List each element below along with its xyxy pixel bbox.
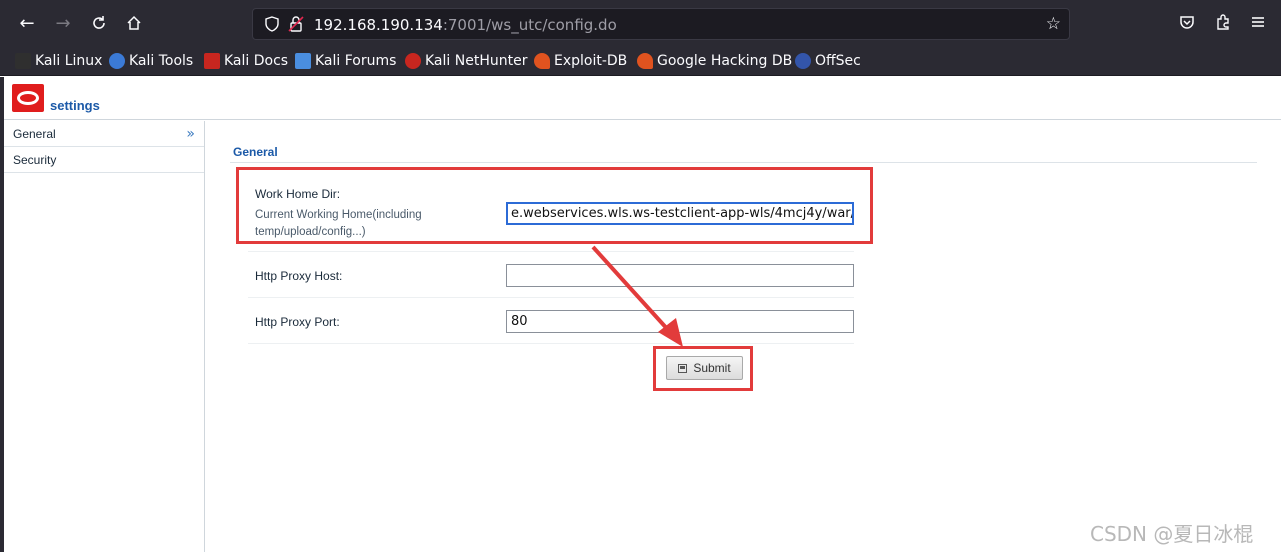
extensions-icon[interactable] (1211, 10, 1235, 34)
proxy-port-label: Http Proxy Port: (255, 315, 340, 329)
sidebar-item-general[interactable]: General » (4, 121, 204, 147)
reload-icon[interactable] (84, 8, 114, 38)
sidebar-item-security[interactable]: Security (4, 147, 204, 173)
proxy-host-input[interactable] (506, 264, 854, 287)
row-divider (248, 343, 854, 344)
highlight-box-work-home (236, 167, 873, 244)
home-icon[interactable] (119, 8, 149, 38)
sidebar: General » Security (4, 121, 205, 552)
oracle-logo (12, 84, 44, 112)
bookmark-label: Kali Docs (224, 53, 289, 69)
bookmark-label: Kali Forums (315, 53, 397, 69)
bookmark-label: OffSec (815, 53, 861, 69)
double-chevron-right-icon[interactable]: » (186, 121, 195, 147)
bookmark-exploit-db[interactable]: Exploit-DB (534, 51, 627, 71)
sidebar-item-label: Security (13, 153, 57, 167)
proxy-host-label: Http Proxy Host: (255, 269, 343, 283)
bookmark-star-icon[interactable]: ☆ (1046, 14, 1061, 34)
shield-icon[interactable] (263, 15, 281, 33)
url-host: 192.168.190.134 (314, 16, 443, 34)
row-divider (248, 251, 854, 252)
exploit-db-icon (534, 53, 550, 69)
menu-icon[interactable] (1246, 10, 1270, 34)
pocket-icon[interactable] (1175, 10, 1199, 34)
app-header (4, 77, 1281, 120)
kali-tools-icon (109, 53, 125, 69)
section-divider (230, 162, 1257, 163)
url-path: :7001/ws_utc/config.do (442, 16, 617, 34)
kali-nethunter-icon (405, 53, 421, 69)
bookmark-label: Kali NetHunter (425, 53, 528, 69)
bookmark-kali-forums[interactable]: Kali Forums (295, 51, 396, 71)
bookmark-offsec[interactable]: OffSec (795, 51, 861, 71)
bookmark-kali-nethunter[interactable]: Kali NetHunter (405, 51, 527, 71)
bookmark-google-hacking-db[interactable]: Google Hacking DB (637, 51, 792, 71)
section-title: General (233, 145, 278, 159)
kali-docs-icon (204, 53, 220, 69)
bookmark-label: Google Hacking DB (657, 53, 793, 69)
bookmark-label: Exploit-DB (554, 53, 628, 69)
row-divider (248, 297, 854, 298)
insecure-lock-icon[interactable] (287, 15, 305, 33)
sidebar-item-label: General (13, 127, 56, 141)
bookmark-kali-docs[interactable]: Kali Docs (204, 51, 288, 71)
bookmark-kali-linux[interactable]: Kali Linux (15, 51, 102, 71)
watermark: CSDN @夏日冰棍 (1090, 522, 1254, 546)
app-title: settings (50, 98, 100, 113)
ghdb-icon (637, 53, 653, 69)
bookmark-label: Kali Tools (129, 53, 194, 69)
back-icon[interactable]: ← (12, 8, 42, 38)
url-text[interactable]: 192.168.190.134:7001/ws_utc/config.do (314, 16, 617, 34)
kali-dragon-icon (15, 53, 31, 69)
bookmark-label: Kali Linux (35, 53, 103, 69)
highlight-box-submit (653, 346, 753, 391)
proxy-port-input[interactable]: 80 (506, 310, 854, 333)
forward-icon[interactable]: → (48, 8, 78, 38)
offsec-icon (795, 53, 811, 69)
address-bar[interactable]: 192.168.190.134:7001/ws_utc/config.do ☆ (252, 8, 1070, 40)
kali-forums-icon (295, 53, 311, 69)
bookmark-kali-tools[interactable]: Kali Tools (109, 51, 193, 71)
